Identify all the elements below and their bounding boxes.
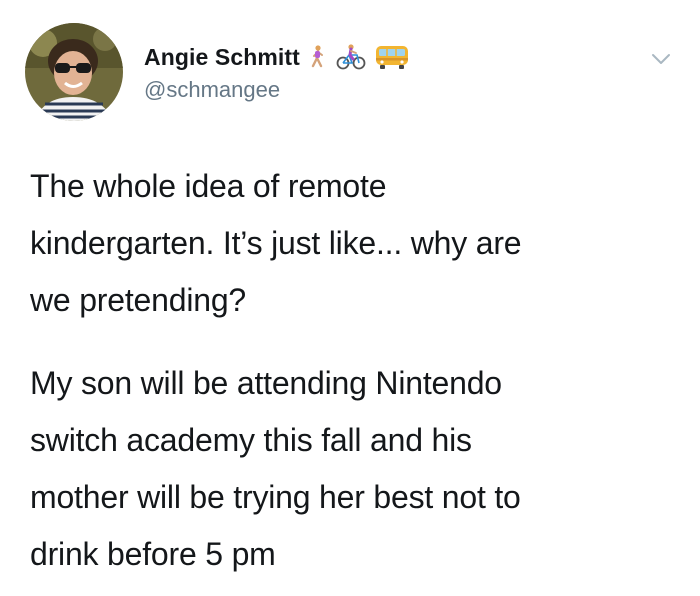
tweet-paragraph-2: My son will be attending Nintendo switch…: [30, 365, 521, 572]
tweet-card: Angie Schmitt @schmangee The whole idea …: [0, 0, 700, 596]
tweet-paragraph-1: The whole idea of remote kindergarten. I…: [30, 168, 522, 318]
person-walking-icon: [309, 45, 327, 69]
author-name-row[interactable]: Angie Schmitt: [144, 41, 409, 73]
author-display-name[interactable]: Angie Schmitt: [144, 44, 300, 71]
person-biking-icon: [336, 44, 366, 70]
profile-photo: [25, 23, 123, 121]
avatar[interactable]: [25, 23, 123, 121]
author-handle[interactable]: @schmangee: [144, 77, 280, 103]
chevron-down-icon[interactable]: [650, 48, 672, 70]
bus-icon: [375, 44, 409, 70]
